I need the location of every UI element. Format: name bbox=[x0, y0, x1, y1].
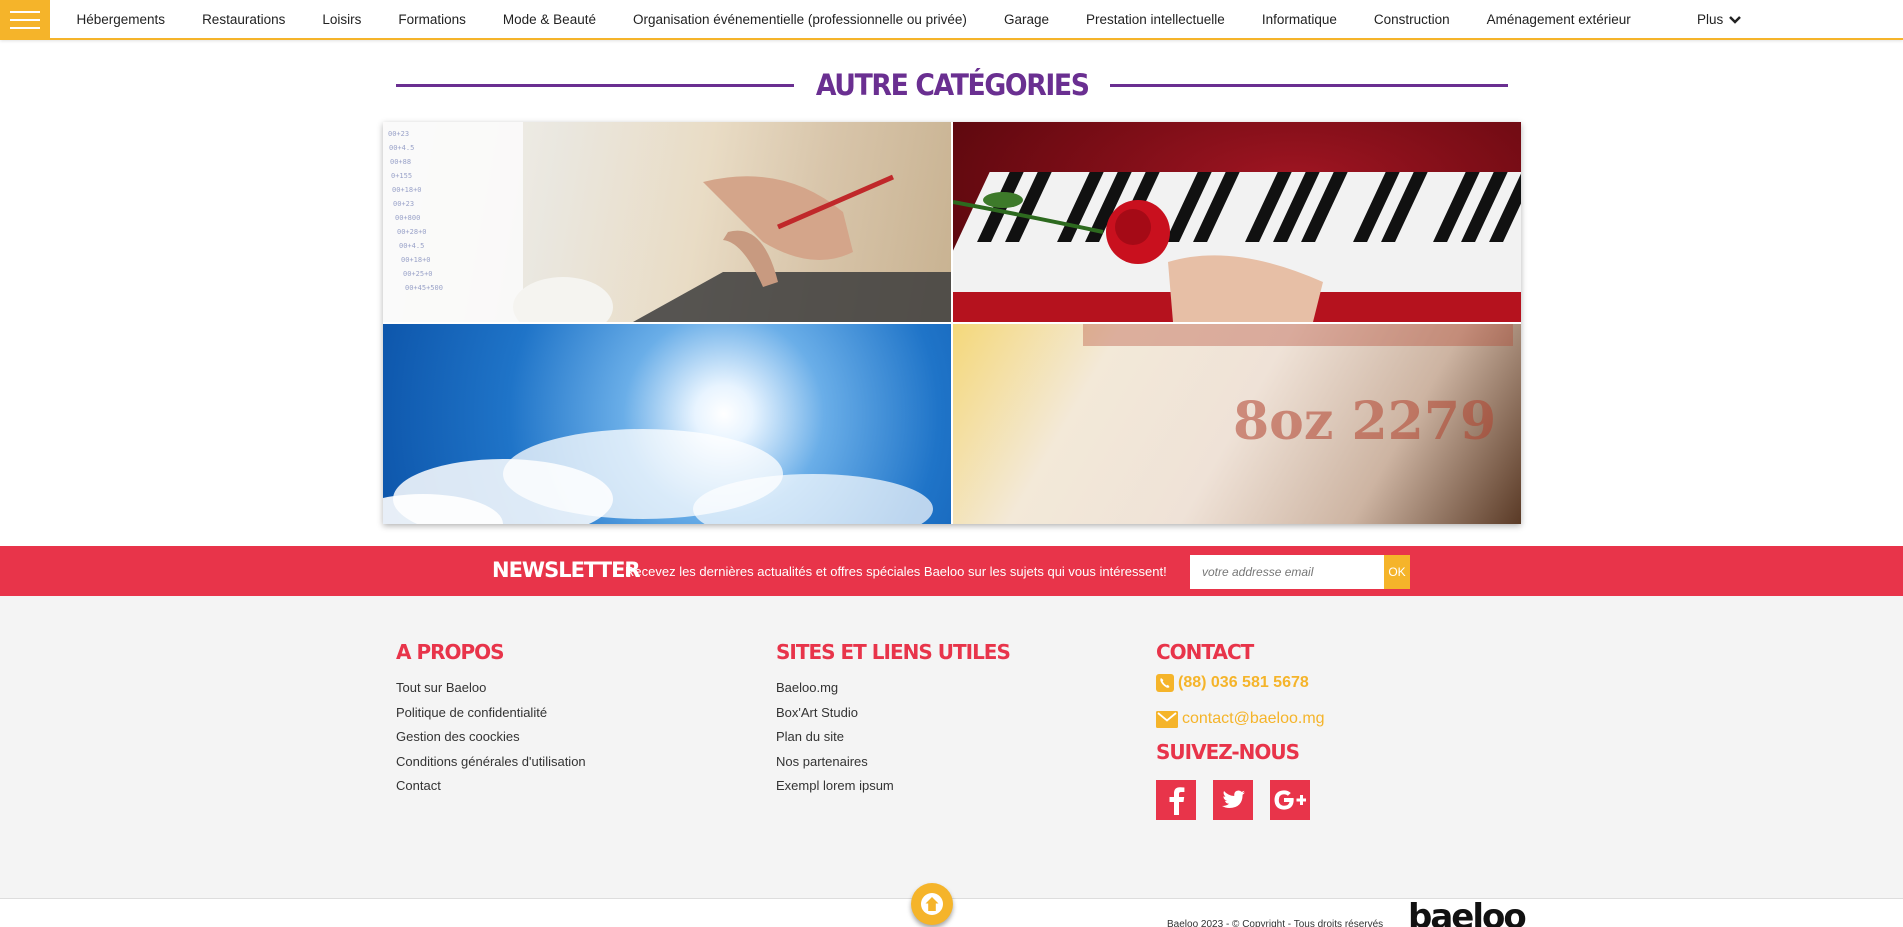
newsletter-text: Recevez les dernières actualités et offr… bbox=[625, 564, 1167, 579]
twitter-icon bbox=[1221, 790, 1245, 808]
nav-item-prestation-intellectuelle[interactable]: Prestation intellectuelle bbox=[1067, 12, 1243, 27]
sky-image bbox=[383, 429, 933, 524]
nav-item-construction[interactable]: Construction bbox=[1355, 12, 1468, 27]
footer-useful-title: SITES ET LIENS UTILES bbox=[776, 640, 1011, 664]
contact-email-text: contact@baeloo.mg bbox=[1182, 710, 1325, 727]
facebook-icon bbox=[1169, 787, 1185, 815]
contact-phone-text: (88) 036 581 5678 bbox=[1178, 674, 1309, 691]
nav-item-organisation-evenementielle[interactable]: Organisation événementielle (professionn… bbox=[614, 12, 985, 27]
food-image: 8oz 2279 bbox=[1083, 324, 1513, 452]
svg-text:8oz 2279: 8oz 2279 bbox=[1233, 391, 1496, 452]
section-title: AUTRE CATÉGORIES bbox=[815, 68, 1090, 102]
nav-item-formations[interactable]: Formations bbox=[380, 12, 485, 27]
footer-follow-title: SUIVEZ-NOUS bbox=[1156, 740, 1300, 764]
svg-text:00+4.5: 00+4.5 bbox=[399, 242, 424, 250]
svg-text:00+800: 00+800 bbox=[395, 214, 420, 222]
svg-text:00+23: 00+23 bbox=[393, 200, 414, 208]
nav-item-informatique[interactable]: Informatique bbox=[1243, 12, 1355, 27]
svg-text:0+155: 0+155 bbox=[391, 172, 412, 180]
nav-item-restaurations[interactable]: Restaurations bbox=[184, 12, 304, 27]
svg-text:00+23: 00+23 bbox=[388, 130, 409, 138]
google-plus-button[interactable] bbox=[1270, 780, 1310, 820]
footer-link-lorem[interactable]: Exempl lorem ipsum bbox=[776, 778, 1010, 803]
section-header: AUTRE CATÉGORIES bbox=[396, 62, 1508, 108]
footer-contact-title: CONTACT bbox=[1156, 640, 1254, 664]
footer-link-partenaires[interactable]: Nos partenaires bbox=[776, 754, 1010, 779]
copyright-text: Baeloo 2023 - © Copyright - Tous droits … bbox=[1167, 919, 1384, 927]
nav-more-dropdown[interactable]: Plus bbox=[1697, 0, 1742, 39]
footer-about-title: A PROPOS bbox=[396, 640, 505, 664]
category-grid: 00+23 00+4.5 00+88 0+155 00+18+0 00+23 00+80… bbox=[383, 122, 1521, 524]
footer-link-cookies[interactable]: Gestion des coockies bbox=[396, 729, 586, 754]
footer-link-confidentialite[interactable]: Politique de confidentialité bbox=[396, 705, 586, 730]
category-tile-music[interactable] bbox=[953, 122, 1521, 322]
chevron-down-icon bbox=[1729, 15, 1742, 24]
twitter-button[interactable] bbox=[1213, 780, 1253, 820]
category-tile-accounting[interactable]: 00+23 00+4.5 00+88 0+155 00+18+0 00+23 00+80… bbox=[383, 122, 951, 322]
newsletter-email-input[interactable] bbox=[1190, 555, 1385, 589]
nav-items: Hébergements Restaurations Loisirs Forma… bbox=[58, 0, 1649, 39]
title-divider-right bbox=[1110, 83, 1508, 87]
contact-email[interactable]: contact@baeloo.mg bbox=[1156, 710, 1325, 728]
svg-text:00+88: 00+88 bbox=[390, 158, 411, 166]
category-tile-food[interactable]: 8oz 2279 bbox=[953, 324, 1521, 524]
top-navigation: Hébergements Restaurations Loisirs Forma… bbox=[0, 0, 1903, 40]
piano-image bbox=[953, 172, 1521, 322]
footer-useful-column: SITES ET LIENS UTILES Baeloo.mg Box'Art … bbox=[776, 640, 1011, 803]
footer-link-tout-sur-baeloo[interactable]: Tout sur Baeloo bbox=[396, 680, 586, 705]
hamburger-menu-button[interactable] bbox=[0, 0, 50, 39]
footer-link-baeloo-mg[interactable]: Baeloo.mg bbox=[776, 680, 1010, 705]
scroll-to-top-button[interactable] bbox=[911, 883, 953, 925]
footer-link-contact[interactable]: Contact bbox=[396, 778, 586, 803]
facebook-button[interactable] bbox=[1156, 780, 1196, 820]
phone-icon bbox=[1156, 674, 1174, 692]
category-tile-sky[interactable] bbox=[383, 324, 951, 524]
newsletter-title: NEWSLETTER bbox=[492, 558, 641, 582]
accounting-image: 00+23 00+4.5 00+88 0+155 00+18+0 00+23 00+80… bbox=[383, 122, 951, 322]
footer-about-column: A PROPOS Tout sur Baeloo Politique de co… bbox=[396, 640, 586, 803]
google-plus-icon bbox=[1274, 790, 1306, 810]
svg-text:00+18+0: 00+18+0 bbox=[392, 186, 422, 194]
nav-item-garage[interactable]: Garage bbox=[985, 12, 1067, 27]
svg-text:00+4.5: 00+4.5 bbox=[389, 144, 414, 152]
nav-item-amenagement-exterieur[interactable]: Aménagement extérieur bbox=[1468, 12, 1649, 27]
footer-contact-column: CONTACT (88) 036 581 5678 contact@baeloo… bbox=[1156, 640, 1325, 820]
hamburger-icon bbox=[10, 10, 40, 13]
svg-text:00+18+0: 00+18+0 bbox=[401, 256, 431, 264]
nav-more-label: Plus bbox=[1697, 12, 1724, 27]
svg-text:00+45+500: 00+45+500 bbox=[405, 284, 443, 292]
footer: A PROPOS Tout sur Baeloo Politique de co… bbox=[0, 596, 1903, 898]
social-links bbox=[1156, 780, 1325, 820]
baeloo-logo[interactable]: baeloo bbox=[1408, 900, 1527, 927]
contact-phone[interactable]: (88) 036 581 5678 bbox=[1156, 674, 1325, 692]
footer-link-boxart-studio[interactable]: Box'Art Studio bbox=[776, 705, 1010, 730]
envelope-icon bbox=[1156, 710, 1178, 728]
newsletter-bar: NEWSLETTER Recevez les dernières actuali… bbox=[0, 546, 1903, 596]
nav-item-loisirs[interactable]: Loisirs bbox=[304, 12, 380, 27]
footer-link-plan-du-site[interactable]: Plan du site bbox=[776, 729, 1010, 754]
title-divider-left bbox=[396, 83, 794, 87]
nav-item-hebergements[interactable]: Hébergements bbox=[58, 12, 184, 27]
svg-text:00+28+0: 00+28+0 bbox=[397, 228, 427, 236]
arrow-up-icon bbox=[921, 893, 943, 915]
nav-item-mode-beaute[interactable]: Mode & Beauté bbox=[484, 12, 614, 27]
newsletter-submit-button[interactable]: OK bbox=[1384, 555, 1410, 589]
svg-text:00+25+0: 00+25+0 bbox=[403, 270, 433, 278]
footer-link-conditions[interactable]: Conditions générales d'utilisation bbox=[396, 754, 586, 779]
